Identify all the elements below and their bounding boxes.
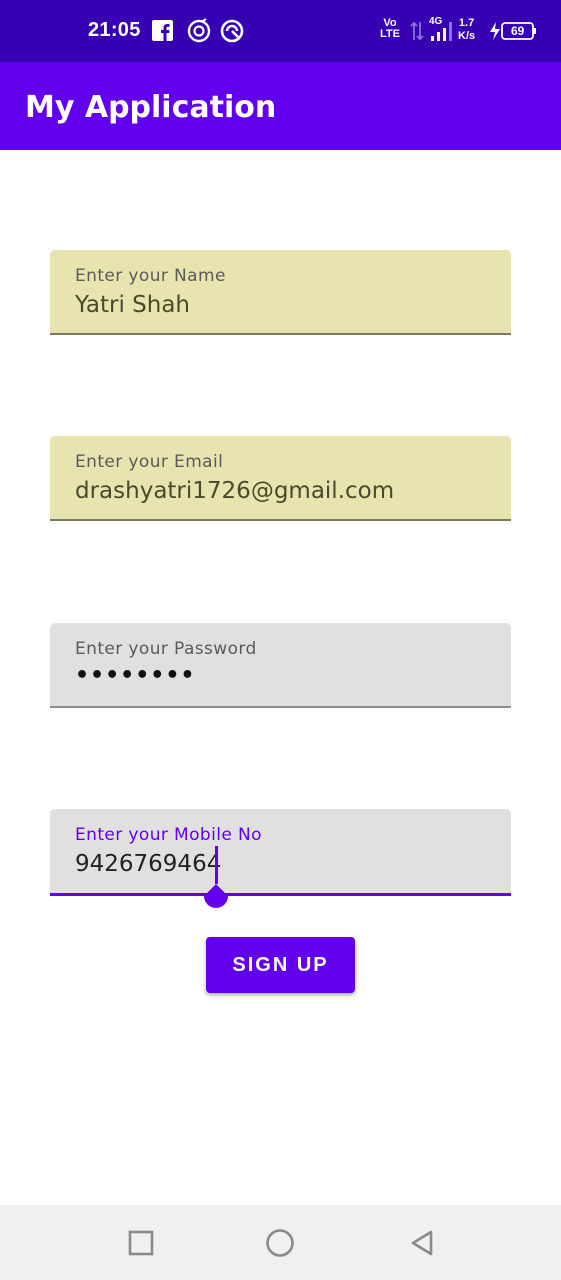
password-field[interactable]: Enter your Password •••••••• [50, 623, 511, 708]
app-title: My Application [25, 90, 277, 125]
signal-icon [430, 20, 456, 46]
app-bar: My Application [0, 62, 561, 150]
email-field[interactable]: Enter your Email drashyatri1726@gmail.co… [50, 436, 511, 521]
email-field-label: Enter your Email [75, 452, 224, 472]
password-field-value[interactable]: •••••••• [75, 665, 196, 687]
status-bar: 21:05 Vo LTE 4G 1.7 K/s 69 [0, 0, 561, 62]
speed-unit: K/s [458, 30, 476, 42]
status-time: 21:05 [88, 19, 141, 41]
charging-icon [489, 22, 501, 44]
email-field-value[interactable]: drashyatri1726@gmail.com [75, 478, 394, 504]
volte-bottom-label: LTE [380, 28, 400, 40]
battery-level: 69 [511, 24, 525, 38]
password-field-label: Enter your Password [75, 639, 257, 659]
cursor-handle[interactable] [200, 884, 232, 916]
app-notification-icon [219, 18, 245, 48]
music-icon [186, 18, 212, 48]
data-arrows-icon [410, 20, 424, 46]
name-field[interactable]: Enter your Name Yatri Shah [50, 250, 511, 335]
recents-button[interactable] [127, 1229, 155, 1257]
back-button[interactable] [408, 1229, 436, 1257]
home-button[interactable] [265, 1228, 295, 1258]
navigation-bar [0, 1205, 561, 1280]
name-field-label: Enter your Name [75, 266, 226, 286]
network-speed: 1.7 K/s [458, 17, 475, 43]
volte-indicator: Vo LTE [380, 18, 400, 40]
facebook-icon [152, 20, 173, 45]
mobile-field[interactable]: Enter your Mobile No 9426769464 [50, 809, 511, 896]
mobile-field-label: Enter your Mobile No [75, 825, 262, 845]
text-cursor [215, 846, 218, 884]
signup-button[interactable]: SIGN UP [206, 937, 355, 993]
speed-value: 1.7 [458, 17, 475, 29]
mobile-field-value[interactable]: 9426769464 [75, 851, 221, 877]
name-field-value[interactable]: Yatri Shah [75, 292, 190, 318]
